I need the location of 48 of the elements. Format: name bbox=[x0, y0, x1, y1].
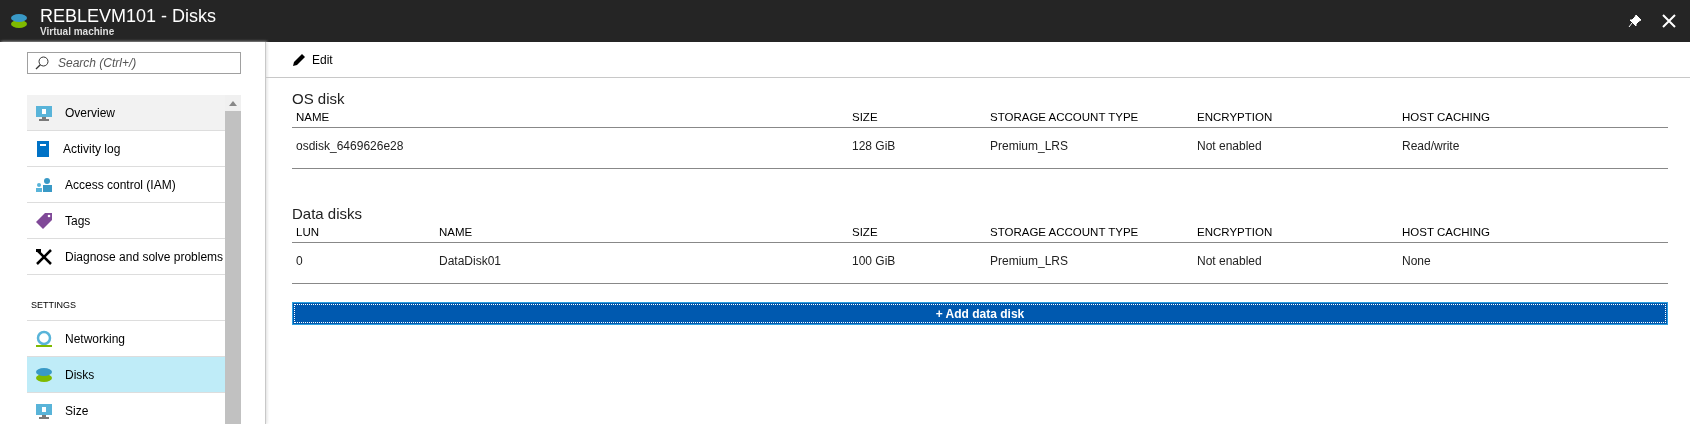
column-header: ENCRYPTION bbox=[1193, 111, 1398, 128]
search-field[interactable]: Search (Ctrl+/) bbox=[27, 52, 241, 74]
column-header: HOST CACHING bbox=[1398, 226, 1668, 243]
column-header: SIZE bbox=[848, 111, 986, 128]
section-label: SETTINGS bbox=[31, 300, 76, 310]
search-icon bbox=[35, 56, 49, 70]
column-header: ENCRYPTION bbox=[1193, 226, 1398, 243]
table-cell: Not enabled bbox=[1193, 128, 1398, 169]
column-header: HOST CACHING bbox=[1398, 111, 1668, 128]
table-cell: None bbox=[1398, 243, 1668, 284]
column-header: SIZE bbox=[848, 226, 986, 243]
disks-icon bbox=[35, 366, 53, 383]
column-header: NAME bbox=[435, 226, 848, 243]
window-subtitle: Virtual machine bbox=[40, 25, 116, 37]
book-icon bbox=[35, 139, 51, 158]
people-icon bbox=[35, 176, 53, 193]
scrollbar[interactable] bbox=[225, 95, 241, 424]
section-title: OS disk bbox=[292, 90, 346, 107]
table-cell: Read/write bbox=[1398, 128, 1668, 169]
column-header: STORAGE ACCOUNT TYPE bbox=[986, 226, 1193, 243]
table-cell: osdisk_6469626e28 bbox=[292, 128, 848, 169]
table-cell: Premium_LRS bbox=[986, 243, 1193, 284]
monitor-icon bbox=[35, 402, 53, 419]
tools-icon bbox=[35, 247, 53, 266]
table-cell: 0 bbox=[292, 243, 435, 284]
table-cell: 128 GiB bbox=[848, 128, 986, 169]
table-cell: DataDisk01 bbox=[435, 243, 848, 284]
sidebar-item[interactable]: Access control (IAM) bbox=[27, 167, 225, 203]
tag-icon bbox=[35, 211, 53, 230]
edit-button[interactable]: Edit bbox=[292, 52, 333, 67]
column-header: NAME bbox=[292, 111, 848, 128]
monitor-icon bbox=[35, 104, 53, 121]
column-header: STORAGE ACCOUNT TYPE bbox=[986, 111, 1193, 128]
add-data-disk-button[interactable]: + Add data disk bbox=[292, 302, 1668, 325]
disks-icon bbox=[10, 13, 28, 29]
sidebar-item[interactable]: Overview bbox=[27, 95, 225, 131]
table-cell: 100 GiB bbox=[848, 243, 986, 284]
pencil-icon bbox=[292, 52, 306, 67]
section-title: Data disks bbox=[292, 205, 364, 222]
column-header: LUN bbox=[292, 226, 435, 243]
window-title: REBLEVM101 - Disks bbox=[40, 5, 217, 26]
table-cell: Not enabled bbox=[1193, 243, 1398, 284]
scroll-up-icon[interactable] bbox=[229, 100, 237, 106]
network-icon bbox=[35, 329, 53, 348]
table-cell: Premium_LRS bbox=[986, 128, 1193, 169]
sidebar-item[interactable]: Tags bbox=[27, 203, 225, 239]
sidebar-item[interactable]: Disks bbox=[27, 357, 225, 393]
sidebar-item[interactable]: Activity log bbox=[27, 131, 225, 167]
